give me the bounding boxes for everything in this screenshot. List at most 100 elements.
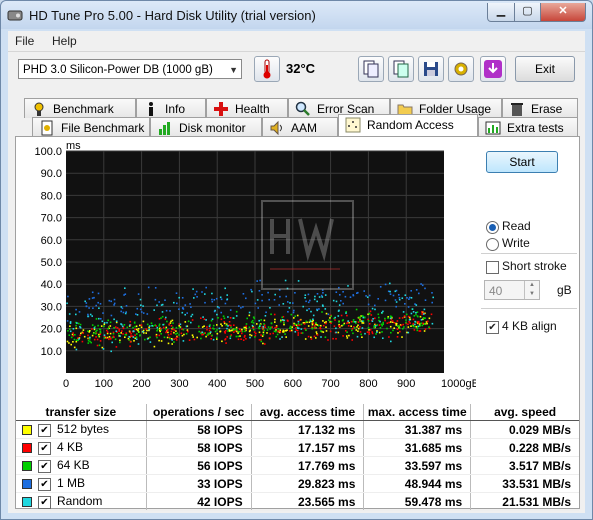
data-point [229, 309, 232, 311]
data-point [211, 298, 213, 301]
tab-random-access[interactable]: Random Access [338, 114, 478, 136]
data-point [251, 290, 253, 293]
data-point [350, 325, 352, 327]
data-point [205, 335, 207, 338]
short-stroke-spinner[interactable]: 40 ▲ ▼ [484, 280, 540, 300]
data-point [181, 328, 183, 330]
data-point [404, 294, 407, 296]
read-radio[interactable] [486, 221, 499, 234]
data-point [257, 307, 259, 309]
data-point [243, 336, 246, 338]
options-icon[interactable] [448, 56, 474, 82]
series-checkbox[interactable]: ✔ [38, 459, 51, 473]
data-point [170, 330, 173, 333]
x-tick-label: 800 [359, 378, 377, 390]
data-point [243, 328, 246, 330]
tab-info[interactable]: Info [136, 98, 206, 118]
copy-info-icon[interactable] [358, 56, 384, 82]
copy-screenshot-icon[interactable] [388, 56, 414, 82]
data-point [76, 322, 78, 324]
thermometer-icon[interactable] [254, 56, 280, 82]
y-tick-label: 70.0 [41, 213, 62, 225]
series-checkbox[interactable]: ✔ [38, 423, 51, 437]
data-point [98, 317, 100, 320]
data-point [342, 335, 344, 337]
data-point [297, 327, 300, 330]
data-point [180, 332, 183, 335]
y-tick-label: 10.0 [41, 346, 62, 358]
data-point [403, 326, 405, 328]
data-point [105, 337, 108, 340]
data-point [165, 328, 167, 330]
data-point [144, 338, 146, 341]
save-icon[interactable] [418, 56, 444, 82]
data-point [211, 318, 214, 320]
data-point [115, 320, 118, 323]
tab-health[interactable]: Health [206, 98, 288, 118]
data-point [75, 340, 78, 343]
data-point [229, 317, 232, 319]
data-point [240, 330, 242, 332]
data-point [351, 327, 354, 330]
data-point [242, 306, 244, 308]
write-radio[interactable] [486, 238, 499, 251]
data-point [145, 332, 147, 334]
spin-up-icon[interactable]: ▲ [524, 281, 539, 290]
data-point [107, 327, 109, 330]
data-point [181, 311, 184, 314]
series-checkbox[interactable]: ✔ [38, 477, 51, 491]
tab-erase[interactable]: Erase [502, 98, 578, 118]
data-point [355, 329, 358, 331]
data-point [338, 309, 340, 312]
data-point [241, 332, 243, 335]
title-bar[interactable]: HD Tune Pro 5.00 - Hard Disk Utility (tr… [1, 1, 592, 29]
menu-help[interactable]: Help [52, 34, 77, 48]
short-stroke-checkbox[interactable] [486, 261, 499, 274]
start-button[interactable]: Start [486, 151, 558, 173]
data-point [315, 322, 317, 324]
data-point [91, 328, 93, 330]
transfer-size: 512 bytes [57, 422, 110, 437]
data-point [349, 296, 352, 298]
data-point [218, 307, 220, 309]
data-point [176, 332, 179, 334]
minimize-button[interactable]: ▁ [487, 3, 515, 22]
transfer-size-cell: ✔ 512 bytes [16, 420, 147, 439]
max-access-cell: 48.944 ms [363, 474, 471, 493]
tab-disk-monitor[interactable]: Disk monitor [150, 117, 262, 137]
data-point [296, 314, 299, 317]
series-checkbox[interactable]: ✔ [38, 495, 51, 509]
table-row: ✔ 64 KB 56 IOPS 17.769 ms 33.597 ms 3.517 MB/… [16, 456, 579, 475]
data-point [287, 320, 289, 322]
data-point [407, 306, 410, 308]
data-point [172, 322, 174, 324]
data-point [325, 321, 327, 323]
data-point [281, 319, 284, 321]
data-point [335, 331, 337, 334]
data-point [169, 337, 171, 340]
tab-file-benchmark[interactable]: File Benchmark [32, 117, 150, 137]
data-point [361, 320, 364, 322]
download-icon[interactable] [480, 56, 506, 82]
data-point [182, 340, 185, 342]
close-button[interactable]: ✕ [540, 3, 586, 22]
data-point [211, 334, 213, 337]
y-tick-label: 20.0 [41, 324, 62, 336]
tab-extra-tests[interactable]: Extra tests [478, 117, 578, 137]
data-point [230, 326, 232, 329]
menu-file[interactable]: File [15, 34, 34, 48]
extra-tests-icon [485, 121, 501, 135]
tab-aam[interactable]: AAM [262, 117, 338, 137]
data-point [116, 327, 119, 329]
series-checkbox[interactable]: ✔ [38, 441, 51, 455]
data-point [340, 300, 342, 302]
maximize-button[interactable]: ▢ [514, 3, 541, 22]
drive-select[interactable]: PHD 3.0 Silicon-Power DB (1000 gB) ▼ [18, 59, 242, 79]
exit-button[interactable]: Exit [515, 56, 575, 82]
data-point [293, 317, 295, 319]
spin-down-icon[interactable]: ▼ [524, 290, 539, 299]
data-point [137, 328, 140, 330]
align-checkbox[interactable]: ✔ [486, 321, 499, 334]
data-point [389, 315, 392, 317]
tab-benchmark[interactable]: Benchmark [24, 98, 136, 118]
